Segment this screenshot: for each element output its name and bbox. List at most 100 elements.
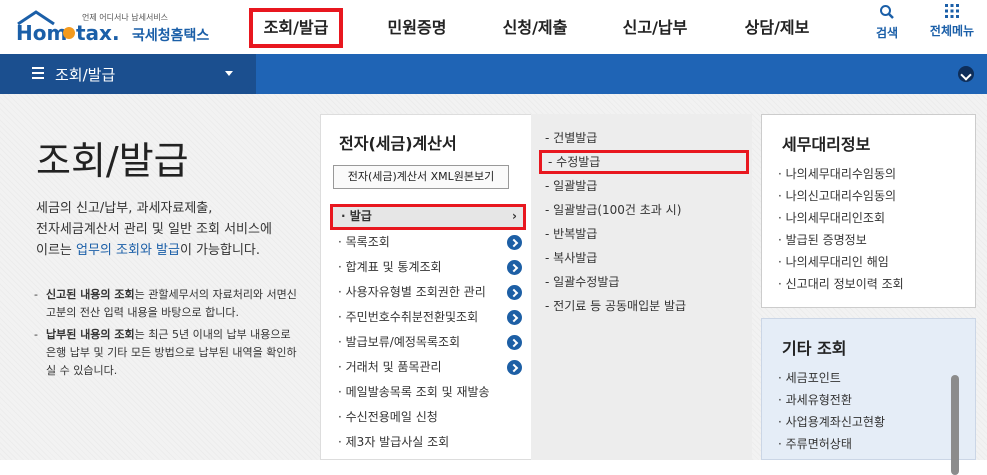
- menu-item-receive-mail[interactable]: 수신전용메일 신청: [330, 405, 526, 430]
- note-1-bold: 신고된 내용의 조회: [46, 288, 135, 301]
- nav-civil-certificate[interactable]: 민원증명: [372, 8, 462, 48]
- all-menu-button[interactable]: 전체메뉴: [922, 4, 982, 39]
- top-header: Hom tax. 언제 어디서나 납세서비스 국세청홈택스 조회/발급 민원증명…: [0, 0, 987, 54]
- submenu-item[interactable]: 전기료 등 공동매입분 발급: [539, 294, 749, 318]
- other-inquiry-item[interactable]: 세금포인트: [778, 367, 885, 389]
- submenu-label: 전기료 등 공동매입분 발급: [545, 299, 686, 313]
- nav-apply-submit[interactable]: 신청/제출: [490, 8, 580, 48]
- other-inquiry-title: 기타 조회: [782, 339, 847, 358]
- tax-agent-item[interactable]: 신고대리 정보이력 조회: [778, 273, 904, 295]
- e-invoice-title: 전자(세금)계산서: [339, 134, 457, 153]
- menu-item-partner-items[interactable]: 거래처 및 품목관리: [330, 355, 526, 380]
- arrow-circle-icon: [507, 335, 522, 350]
- search-button[interactable]: 검색: [870, 4, 904, 41]
- breadcrumb-arrow: [246, 54, 256, 94]
- menu-item-list-inquiry[interactable]: 목록조회: [330, 230, 526, 255]
- menu-item-user-permission[interactable]: 사용자유형별 조회권한 관리: [330, 280, 526, 305]
- desc-highlight: 업무의 조회와 발급: [76, 243, 180, 258]
- submenu-item[interactable]: 일괄발급(100건 초과 시): [539, 198, 749, 222]
- arrow-circle-icon: [507, 235, 522, 250]
- arrow-circle-icon: [507, 285, 522, 300]
- other-inquiry-item[interactable]: 과세유형전환: [778, 389, 885, 411]
- hamburger-icon: [32, 67, 44, 79]
- arrow-circle-icon: [507, 310, 522, 325]
- menu-item-label: 거래처 및 품목관리: [338, 360, 442, 374]
- other-inquiry-card: 기타 조회 세금포인트 과세유형전환 사업용계좌신고현황 주류면허상태: [761, 318, 976, 475]
- menu-item-resident-number[interactable]: 주민번호수취분전환및조회: [330, 305, 526, 330]
- breadcrumb-bar: 조회/발급: [0, 54, 987, 94]
- tax-agent-item[interactable]: 나의신고대리수임동의: [778, 185, 904, 207]
- menu-item-label: 발급보류/예정목록조회: [338, 335, 460, 349]
- chevron-right-icon: ›: [512, 209, 517, 223]
- other-inquiry-list: 세금포인트 과세유형전환 사업용계좌신고현황 주류면허상태: [778, 367, 885, 455]
- desc-pre: 이르는: [36, 243, 77, 258]
- xml-view-button[interactable]: 전자(세금)계산서 XML원본보기: [333, 165, 509, 189]
- scrollbar-thumb[interactable]: [951, 375, 959, 475]
- menu-item-summary-stats[interactable]: 합계표 및 통계조회: [330, 255, 526, 280]
- nav-inquiry-issue[interactable]: 조회/발급: [249, 8, 343, 48]
- tax-agent-item[interactable]: 발급된 증명정보: [778, 229, 904, 251]
- tax-agent-card: 세무대리정보 나의세무대리수임동의 나의신고대리수임동의 나의세무대리인조회 발…: [761, 114, 976, 308]
- menu-item-label: 합계표 및 통계조회: [338, 260, 442, 274]
- arrow-circle-icon: [507, 260, 522, 275]
- submenu-label: 복사발급: [545, 251, 597, 265]
- issue-submenu: 건별발급 수정발급 일괄발급 일괄발급(100건 초과 시) 반복발급 복사발급…: [539, 126, 749, 318]
- hometax-logo[interactable]: Hom tax. 언제 어디서나 납세서비스 국세청홈택스: [14, 6, 209, 48]
- submenu-item[interactable]: 복사발급: [539, 246, 749, 270]
- all-menu-label: 전체메뉴: [929, 24, 975, 38]
- menu-item-label: 사용자유형별 조회권한 관리: [338, 285, 486, 299]
- submenu-label: 일괄발급(100건 초과 시): [545, 203, 681, 217]
- desc-post: 이 가능합니다.: [179, 243, 260, 258]
- svg-text:Hom: Hom: [16, 21, 67, 45]
- submenu-label: 건별발급: [545, 131, 597, 145]
- menu-item-mail-resend[interactable]: 메일발송목록 조회 및 재발송: [330, 380, 526, 405]
- tax-agent-list: 나의세무대리수임동의 나의신고대리수임동의 나의세무대리인조회 발급된 증명정보…: [778, 163, 904, 295]
- submenu-label: 일괄수정발급: [545, 275, 619, 289]
- tax-agent-item[interactable]: 나의세무대리인조회: [778, 207, 904, 229]
- tax-agent-item[interactable]: 나의세무대리수임동의: [778, 163, 904, 185]
- svg-text:tax.: tax.: [76, 21, 120, 45]
- chevron-down-icon[interactable]: [958, 66, 974, 82]
- note-2: 납부된 내용의 조회는 최근 5년 이내의 납부 내용으로 은행 납부 및 기타…: [34, 326, 304, 380]
- logo-name: 국세청홈택스: [132, 28, 210, 44]
- other-inquiry-item[interactable]: 사업용계좌신고현황: [778, 411, 885, 433]
- submenu-label: 일괄발급: [545, 179, 597, 193]
- submenu-item[interactable]: 반복발급: [539, 222, 749, 246]
- menu-item-third-party[interactable]: 제3자 발급사실 조회: [330, 430, 526, 455]
- page-title: 조회/발급: [36, 139, 189, 183]
- tax-agent-title: 세무대리정보: [782, 135, 871, 154]
- note-1: 신고된 내용의 조회는 관할세무서의 자료처리와 서면신고분의 전산 입력 내용…: [34, 286, 304, 322]
- submenu-item[interactable]: 일괄발급: [539, 174, 749, 198]
- submenu-label: 수정발급: [548, 155, 600, 169]
- arrow-circle-icon: [507, 360, 522, 375]
- grid-menu-icon: [945, 4, 959, 18]
- submenu-item-revised-issue[interactable]: 수정발급: [539, 150, 749, 174]
- menu-item-label: 수신전용메일 신청: [338, 410, 438, 424]
- note-2-bold: 납부된 내용의 조회: [46, 328, 135, 341]
- search-icon: [880, 5, 894, 19]
- breadcrumb-dropdown[interactable]: 조회/발급: [0, 54, 256, 94]
- submenu-item[interactable]: 일괄수정발급: [539, 270, 749, 294]
- tax-agent-item[interactable]: 나의세무대리인 해임: [778, 251, 904, 273]
- logo-tagline: 언제 어디서나 납세서비스: [82, 13, 169, 22]
- other-inquiry-item[interactable]: 주류면허상태: [778, 433, 885, 455]
- menu-item-label: 목록조회: [338, 235, 390, 249]
- search-label: 검색: [875, 26, 899, 40]
- e-invoice-menu: 발급 › 목록조회 합계표 및 통계조회 사용자유형별 조회권한 관리 주민번호수…: [330, 204, 526, 455]
- submenu-label: 반복발급: [545, 227, 597, 241]
- notes: 신고된 내용의 조회는 관할세무서의 자료처리와 서면신고분의 전산 입력 내용…: [34, 286, 304, 384]
- desc-line-3: 이르는 업무의 조회와 발급이 가능합니다.: [36, 240, 306, 261]
- submenu-item[interactable]: 건별발급: [539, 126, 749, 150]
- menu-item-label: 제3자 발급사실 조회: [338, 435, 449, 449]
- menu-item-issue[interactable]: 발급 ›: [330, 204, 526, 230]
- menu-item-hold-list[interactable]: 발급보류/예정목록조회: [330, 330, 526, 355]
- page-description: 세금의 신고/납부, 과세자료제출, 전자세금계산서 관리 및 일반 조회 서비…: [36, 198, 306, 261]
- nav-consult-report[interactable]: 상담/제보: [732, 8, 822, 48]
- menu-item-label: 발급: [341, 209, 372, 223]
- menu-item-label: 주민번호수취분전환및조회: [338, 310, 478, 324]
- caret-down-icon: [225, 71, 233, 76]
- desc-line-1: 세금의 신고/납부, 과세자료제출,: [36, 201, 213, 216]
- desc-line-2: 전자세금계산서 관리 및 일반 조회 서비스에: [36, 222, 272, 237]
- nav-report-pay[interactable]: 신고/납부: [610, 8, 700, 48]
- breadcrumb-label: 조회/발급: [55, 66, 116, 84]
